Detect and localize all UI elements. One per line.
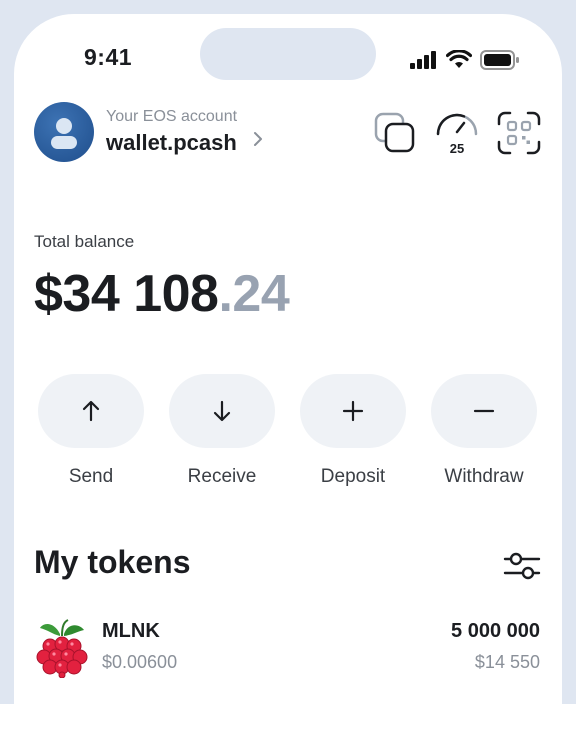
- qr-scan-icon: [497, 111, 541, 155]
- deposit-label: Deposit: [320, 466, 386, 487]
- receive-button[interactable]: Receive: [169, 374, 275, 488]
- withdraw-button[interactable]: Withdraw: [431, 374, 537, 488]
- qr-scan-button[interactable]: [496, 110, 542, 156]
- send-button[interactable]: Send: [38, 374, 144, 488]
- status-time: 9:41: [84, 44, 133, 70]
- deposit-button[interactable]: Deposit: [300, 374, 406, 488]
- deposit-button-bg: [300, 374, 406, 448]
- copy-icon: [374, 112, 415, 153]
- sliders-icon: [503, 552, 541, 580]
- token-symbol: MLNK: [102, 620, 160, 642]
- send-button-bg: [38, 374, 144, 448]
- raspberry-icon: [36, 619, 88, 678]
- account-selector[interactable]: Your EOS account wallet.pcash: [34, 102, 263, 162]
- cellular-signal-icon: [410, 51, 436, 69]
- user-icon: [51, 118, 77, 149]
- arrow-down-icon: [213, 400, 231, 422]
- send-label: Send: [68, 466, 114, 487]
- battery-icon: [480, 50, 519, 70]
- gauge-icon: 25: [436, 113, 478, 156]
- account-name: wallet.pcash: [106, 130, 237, 155]
- plus-icon: [342, 400, 364, 422]
- account-caption: Your EOS account: [106, 108, 238, 125]
- token-amount: 5 000 000: [451, 620, 540, 642]
- withdraw-label: Withdraw: [444, 466, 524, 487]
- status-bar: 9:41: [14, 14, 562, 84]
- withdraw-button-bg: [431, 374, 537, 448]
- token-price: $0.00600: [102, 652, 178, 672]
- balance-whole: $34 108: [34, 265, 219, 323]
- wifi-icon: [446, 50, 472, 68]
- minus-icon: [473, 409, 495, 413]
- receive-label: Receive: [187, 466, 257, 487]
- balance-cents: .24: [218, 265, 290, 323]
- status-icons: [410, 50, 520, 70]
- filter-button[interactable]: [502, 546, 542, 586]
- phone-screen: 9:41 Your EOS account wallet.pcash 25 To…: [14, 14, 562, 734]
- resources-gauge-button[interactable]: 25: [434, 110, 480, 156]
- tokens-title: My tokens: [34, 544, 191, 580]
- receive-button-bg: [169, 374, 275, 448]
- arrow-up-icon: [82, 400, 100, 422]
- avatar: [34, 102, 94, 162]
- balance-amount: $34 108.24: [34, 264, 290, 324]
- token-row[interactable]: MLNK $0.00600 5 000 000 $14 550: [34, 614, 542, 694]
- token-value: $14 550: [474, 652, 540, 672]
- copy-button[interactable]: [372, 110, 418, 156]
- dynamic-island: [200, 28, 376, 80]
- balance-label: Total balance: [34, 232, 135, 251]
- gauge-value: 25: [450, 141, 464, 156]
- chevron-right-icon: [254, 132, 263, 146]
